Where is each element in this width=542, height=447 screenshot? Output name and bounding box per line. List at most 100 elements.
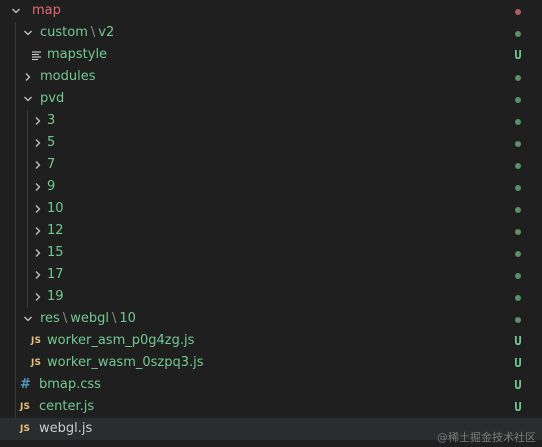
chevron-right-icon[interactable] [30, 286, 46, 308]
watermark: @稀土掘金技术社区 [437, 431, 536, 444]
untracked-badge: U [514, 48, 522, 62]
status-dot-icon [512, 88, 524, 110]
folder-label: 10 [47, 198, 64, 220]
file-label: webgl.js [39, 418, 92, 440]
status-dot-icon [512, 220, 524, 242]
chevron-right-icon[interactable] [30, 154, 46, 176]
item-name: 3 [47, 113, 56, 128]
folder-label: 7 [47, 154, 55, 176]
folder-label: 15 [47, 242, 64, 264]
javascript-file-icon: JS [20, 402, 31, 412]
folder-row-custom[interactable]: custom \ v2 [0, 22, 542, 44]
item-name: pvd [40, 91, 65, 106]
untracked-badge: U [514, 400, 522, 414]
folder-label: 19 [47, 286, 64, 308]
folder-row-pvd[interactable]: pvd [0, 88, 542, 110]
file-row-worker-wasm-0szpq3-js[interactable]: JS worker_wasm_0szpq3.js U [0, 352, 542, 374]
file-explorer-tree: map custom \ v2 mapstyle Umodules pvd 3 5 7 9 10 12 1… [0, 0, 542, 440]
status-dot-icon [512, 0, 524, 22]
status-dot-icon [512, 110, 524, 132]
folder-row-9[interactable]: 9 [0, 176, 542, 198]
item-name: 12 [47, 223, 64, 238]
item-name: 10 [47, 201, 64, 216]
file-label: mapstyle [47, 44, 107, 66]
chevron-right-icon[interactable] [30, 264, 46, 286]
chevron-down-icon[interactable] [20, 22, 36, 44]
item-name: 5 [47, 135, 56, 150]
status-dot-icon [512, 286, 524, 308]
folder-row-modules[interactable]: modules [0, 66, 542, 88]
folder-label: 12 [47, 220, 64, 242]
folder-label: res \ webgl \ 10 [40, 308, 136, 330]
item-name: bmap.css [39, 377, 101, 392]
folder-row-15[interactable]: 15 [0, 242, 542, 264]
item-name: map [32, 3, 61, 18]
indent-guide [15, 22, 16, 418]
chevron-down-icon[interactable] [20, 308, 36, 330]
file-row-mapstyle[interactable]: mapstyle U [0, 44, 542, 66]
javascript-file-icon: JS [31, 358, 42, 368]
file-label: worker_asm_p0g4zg.js [47, 330, 194, 352]
compact-path-segment: v2 [98, 25, 115, 40]
folder-row-19[interactable]: 19 [0, 286, 542, 308]
text-file-icon [31, 44, 42, 66]
chevron-right-icon[interactable] [30, 110, 46, 132]
javascript-file-icon: JS [31, 336, 42, 346]
path-separator: \ [90, 25, 96, 40]
item-name: 17 [47, 267, 64, 282]
folder-row-17[interactable]: 17 [0, 264, 542, 286]
folder-label: custom \ v2 [40, 22, 114, 44]
compact-path-segment: webgl [70, 311, 109, 326]
folder-row-7[interactable]: 7 [0, 154, 542, 176]
item-name: 7 [47, 157, 56, 172]
chevron-down-icon[interactable] [20, 88, 36, 110]
item-name: center.js [39, 399, 95, 414]
item-name: worker_asm_p0g4zg.js [47, 333, 195, 348]
chevron-right-icon[interactable] [30, 198, 46, 220]
folder-label: pvd [40, 88, 64, 110]
item-name: custom [40, 25, 88, 40]
folder-row-10[interactable]: 10 [0, 198, 542, 220]
file-label: worker_wasm_0szpq3.js [47, 352, 204, 374]
item-name: 9 [47, 179, 56, 194]
chevron-right-icon[interactable] [30, 132, 46, 154]
compact-path-segment: 10 [119, 311, 136, 326]
item-name: webgl.js [39, 421, 93, 436]
folder-label: modules [40, 66, 96, 88]
item-name: modules [40, 69, 96, 84]
status-dot-icon [512, 22, 524, 44]
folder-row-5[interactable]: 5 [0, 132, 542, 154]
item-name: res [40, 311, 60, 326]
file-row-center-js[interactable]: JS center.js U [0, 396, 542, 418]
file-row-worker-asm-p0g4zg-js[interactable]: JS worker_asm_p0g4zg.js U [0, 330, 542, 352]
item-name: 15 [47, 245, 64, 260]
path-separator: \ [111, 311, 117, 326]
item-name: mapstyle [47, 47, 108, 62]
indent-guide [27, 110, 28, 308]
path-separator: \ [62, 311, 68, 326]
chevron-right-icon[interactable] [30, 220, 46, 242]
chevron-down-icon[interactable] [8, 0, 24, 22]
chevron-right-icon[interactable] [30, 176, 46, 198]
folder-row-3[interactable]: 3 [0, 110, 542, 132]
untracked-badge: U [514, 378, 522, 392]
file-label: bmap.css [39, 374, 101, 396]
folder-row-res[interactable]: res \ webgl \ 10 [0, 308, 542, 330]
folder-row-12[interactable]: 12 [0, 220, 542, 242]
css-file-icon: # [20, 377, 31, 392]
status-dot-icon [512, 308, 524, 330]
folder-label: map [32, 0, 61, 22]
folder-row-map[interactable]: map [0, 0, 542, 22]
chevron-right-icon[interactable] [30, 242, 46, 264]
status-dot-icon [512, 66, 524, 88]
chevron-right-icon[interactable] [20, 66, 36, 88]
untracked-badge: U [514, 356, 522, 370]
file-row-bmap-css[interactable]: # bmap.css U [0, 374, 542, 396]
untracked-badge: U [514, 334, 522, 348]
status-dot-icon [512, 176, 524, 198]
file-label: center.js [39, 396, 94, 418]
status-dot-icon [512, 132, 524, 154]
item-name: worker_wasm_0szpq3.js [47, 355, 204, 370]
status-dot-icon [512, 242, 524, 264]
status-dot-icon [512, 198, 524, 220]
